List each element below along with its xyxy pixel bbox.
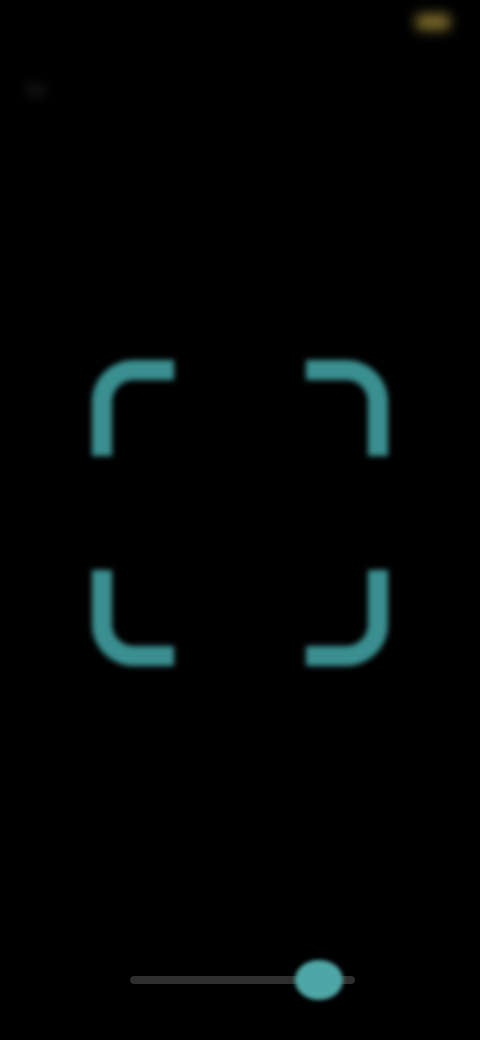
scan-frame-corner-bottom-left <box>92 570 174 666</box>
status-indicators <box>406 14 450 30</box>
scan-frame-corner-top-left <box>92 360 174 456</box>
app-bar: ← <box>0 56 480 116</box>
zoom-slider-thumb[interactable] <box>295 960 343 1000</box>
back-button[interactable]: ← <box>18 66 58 106</box>
status-bar <box>0 0 480 56</box>
scan-frame-corner-top-right <box>306 360 388 456</box>
qr-scan-frame <box>92 360 388 666</box>
scan-frame-corner-bottom-right <box>306 570 388 666</box>
back-arrow-icon: ← <box>23 69 53 102</box>
battery-icon <box>416 14 450 30</box>
zoom-slider[interactable] <box>130 960 355 1000</box>
